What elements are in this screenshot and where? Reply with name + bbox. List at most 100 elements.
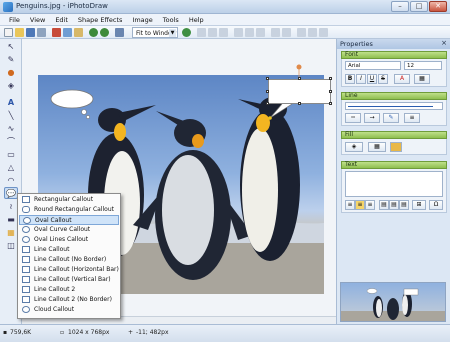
line-width-button[interactable]: ≡ <box>404 113 420 123</box>
font-section-header[interactable]: Font <box>341 51 447 59</box>
font-family-select[interactable]: Arial <box>345 61 401 70</box>
minimize-button[interactable]: – <box>391 1 409 12</box>
text-wrap-button[interactable]: ⊞ <box>412 200 426 210</box>
crop-icon[interactable] <box>115 28 124 37</box>
color-picker-icon[interactable]: ● <box>4 67 18 79</box>
align-bottom-icon[interactable] <box>256 28 265 37</box>
underline-button[interactable]: U <box>367 74 377 84</box>
menu-item-cloud-callout[interactable]: Cloud Callout <box>19 305 119 315</box>
text-effects-button[interactable]: ▦ <box>414 74 430 84</box>
close-icon[interactable]: × <box>441 39 447 47</box>
menu-view[interactable]: View <box>25 14 50 25</box>
menu-item-line-callout-2[interactable]: Line Callout 2 <box>19 285 119 295</box>
close-button[interactable]: ✕ <box>429 1 447 12</box>
resize-handle-b[interactable] <box>298 102 301 105</box>
cut-icon[interactable] <box>52 28 61 37</box>
menu-item-oval-callout[interactable]: Oval Callout <box>19 215 119 225</box>
bold-button[interactable]: B <box>345 74 355 84</box>
send-back-icon[interactable] <box>308 28 317 37</box>
align-right-icon[interactable] <box>219 28 228 37</box>
same-size-icon[interactable] <box>282 28 291 37</box>
arc-tool-icon[interactable]: ◠ <box>4 175 18 187</box>
callout-tail-handle[interactable] <box>268 116 272 120</box>
zoom-icon[interactable] <box>182 28 191 37</box>
menu-item-line-callout-vertical-bar[interactable]: Line Callout (Vertical Bar) <box>19 275 119 285</box>
menu-item-line-callout-2-no-border[interactable]: Line Callout 2 (No Border) <box>19 295 119 305</box>
undo-icon[interactable] <box>89 28 98 37</box>
strikethrough-button[interactable]: S <box>378 74 388 84</box>
special-char-button[interactable]: Ω <box>429 200 443 210</box>
resize-handle-tr[interactable] <box>329 77 332 80</box>
text-input[interactable] <box>345 171 443 197</box>
line-section-header[interactable]: Line <box>341 92 447 100</box>
rotate-handle[interactable] <box>296 64 302 70</box>
navigator-thumbnail[interactable] <box>340 282 446 322</box>
group-icon[interactable] <box>319 28 328 37</box>
menu-tools[interactable]: Tools <box>158 14 184 25</box>
distribute-icon[interactable] <box>271 28 280 37</box>
menu-item-oval-curve-callout[interactable]: Oval Curve Callout <box>19 225 119 235</box>
print-icon[interactable] <box>37 28 46 37</box>
line-color-button[interactable]: ✎ <box>383 113 399 123</box>
resize-handle-tl[interactable] <box>266 77 269 80</box>
text-section-header[interactable]: Text <box>341 161 447 169</box>
rectangle-tool-icon[interactable]: ▭ <box>4 149 18 161</box>
line-style-select[interactable] <box>345 102 443 110</box>
maximize-button[interactable]: □ <box>410 1 428 12</box>
text-align-right-button[interactable]: ≡ <box>365 200 375 210</box>
zoom-select[interactable]: Fit to Window ▼ <box>132 27 178 38</box>
chevron-down-icon[interactable]: ▼ <box>169 29 176 37</box>
fill-image-button[interactable] <box>390 142 402 152</box>
menu-edit[interactable]: Edit <box>50 14 73 25</box>
callout-tool-icon[interactable]: 💬 <box>4 187 18 199</box>
align-top-icon[interactable] <box>234 28 243 37</box>
curve-tool-icon[interactable]: ∿ <box>4 123 18 135</box>
triangle-tool-icon[interactable]: △ <box>4 162 18 174</box>
save-icon[interactable] <box>26 28 35 37</box>
menu-image[interactable]: Image <box>127 14 157 25</box>
menu-item-rectangular-callout[interactable]: Rectangular Callout <box>19 195 119 205</box>
italic-button[interactable]: I <box>356 74 366 84</box>
image-tool-icon[interactable]: ▦ <box>4 227 18 239</box>
text-valign-middle-button[interactable]: ▤ <box>389 200 399 210</box>
align-center-icon[interactable] <box>208 28 217 37</box>
pointer-tool-icon[interactable]: ↖ <box>4 41 18 53</box>
redo-icon[interactable] <box>100 28 109 37</box>
menu-item-oval-lines-callout[interactable]: Oval Lines Callout <box>19 235 119 245</box>
text-tool-icon[interactable]: A <box>4 97 18 109</box>
menu-item-round-rectangular-callout[interactable]: Round Rectangular Callout <box>19 205 119 215</box>
menu-item-line-callout-no-border[interactable]: Line Callout (No Border) <box>19 255 119 265</box>
resize-handle-r[interactable] <box>329 90 332 93</box>
resize-handle-bl[interactable] <box>266 102 269 105</box>
brush-tool-icon[interactable]: ✎ <box>4 54 18 66</box>
font-color-button[interactable]: A <box>394 74 410 84</box>
highlight-tool-icon[interactable]: ▬ <box>4 214 18 226</box>
line-arrow-button[interactable]: → <box>364 113 380 123</box>
menu-shape-effects[interactable]: Shape Effects <box>73 14 128 25</box>
fill-section-header[interactable]: Fill <box>341 131 447 139</box>
copy-icon[interactable] <box>63 28 72 37</box>
resize-handle-br[interactable] <box>329 102 332 105</box>
text-valign-top-button[interactable]: ▤ <box>379 200 389 210</box>
align-middle-icon[interactable] <box>245 28 254 37</box>
bring-front-icon[interactable] <box>297 28 306 37</box>
align-left-icon[interactable] <box>197 28 206 37</box>
menu-item-line-callout[interactable]: Line Callout <box>19 245 119 255</box>
freehand-tool-icon[interactable]: ≀ <box>4 201 18 213</box>
menu-file[interactable]: File <box>4 14 25 25</box>
fill-tool-icon[interactable]: ◈ <box>4 80 18 92</box>
text-align-center-button[interactable]: ≡ <box>355 200 365 210</box>
fill-color-button[interactable]: ◈ <box>345 142 363 152</box>
fill-pattern-button[interactable]: ▦ <box>368 142 386 152</box>
text-align-left-button[interactable]: ≡ <box>345 200 355 210</box>
polyline-tool-icon[interactable]: ⌒ <box>4 136 18 148</box>
line-tool-icon[interactable]: ╲ <box>4 110 18 122</box>
text-valign-bottom-button[interactable]: ▤ <box>399 200 409 210</box>
menu-item-line-callout-horizontal-bar[interactable]: Line Callout (Horizontal Bar) <box>19 265 119 275</box>
paste-icon[interactable] <box>74 28 83 37</box>
open-icon[interactable] <box>15 28 24 37</box>
resize-handle-t[interactable] <box>298 77 301 80</box>
resize-handle-l[interactable] <box>266 90 269 93</box>
menu-help[interactable]: Help <box>184 14 209 25</box>
font-size-select[interactable]: 12 <box>404 61 442 70</box>
